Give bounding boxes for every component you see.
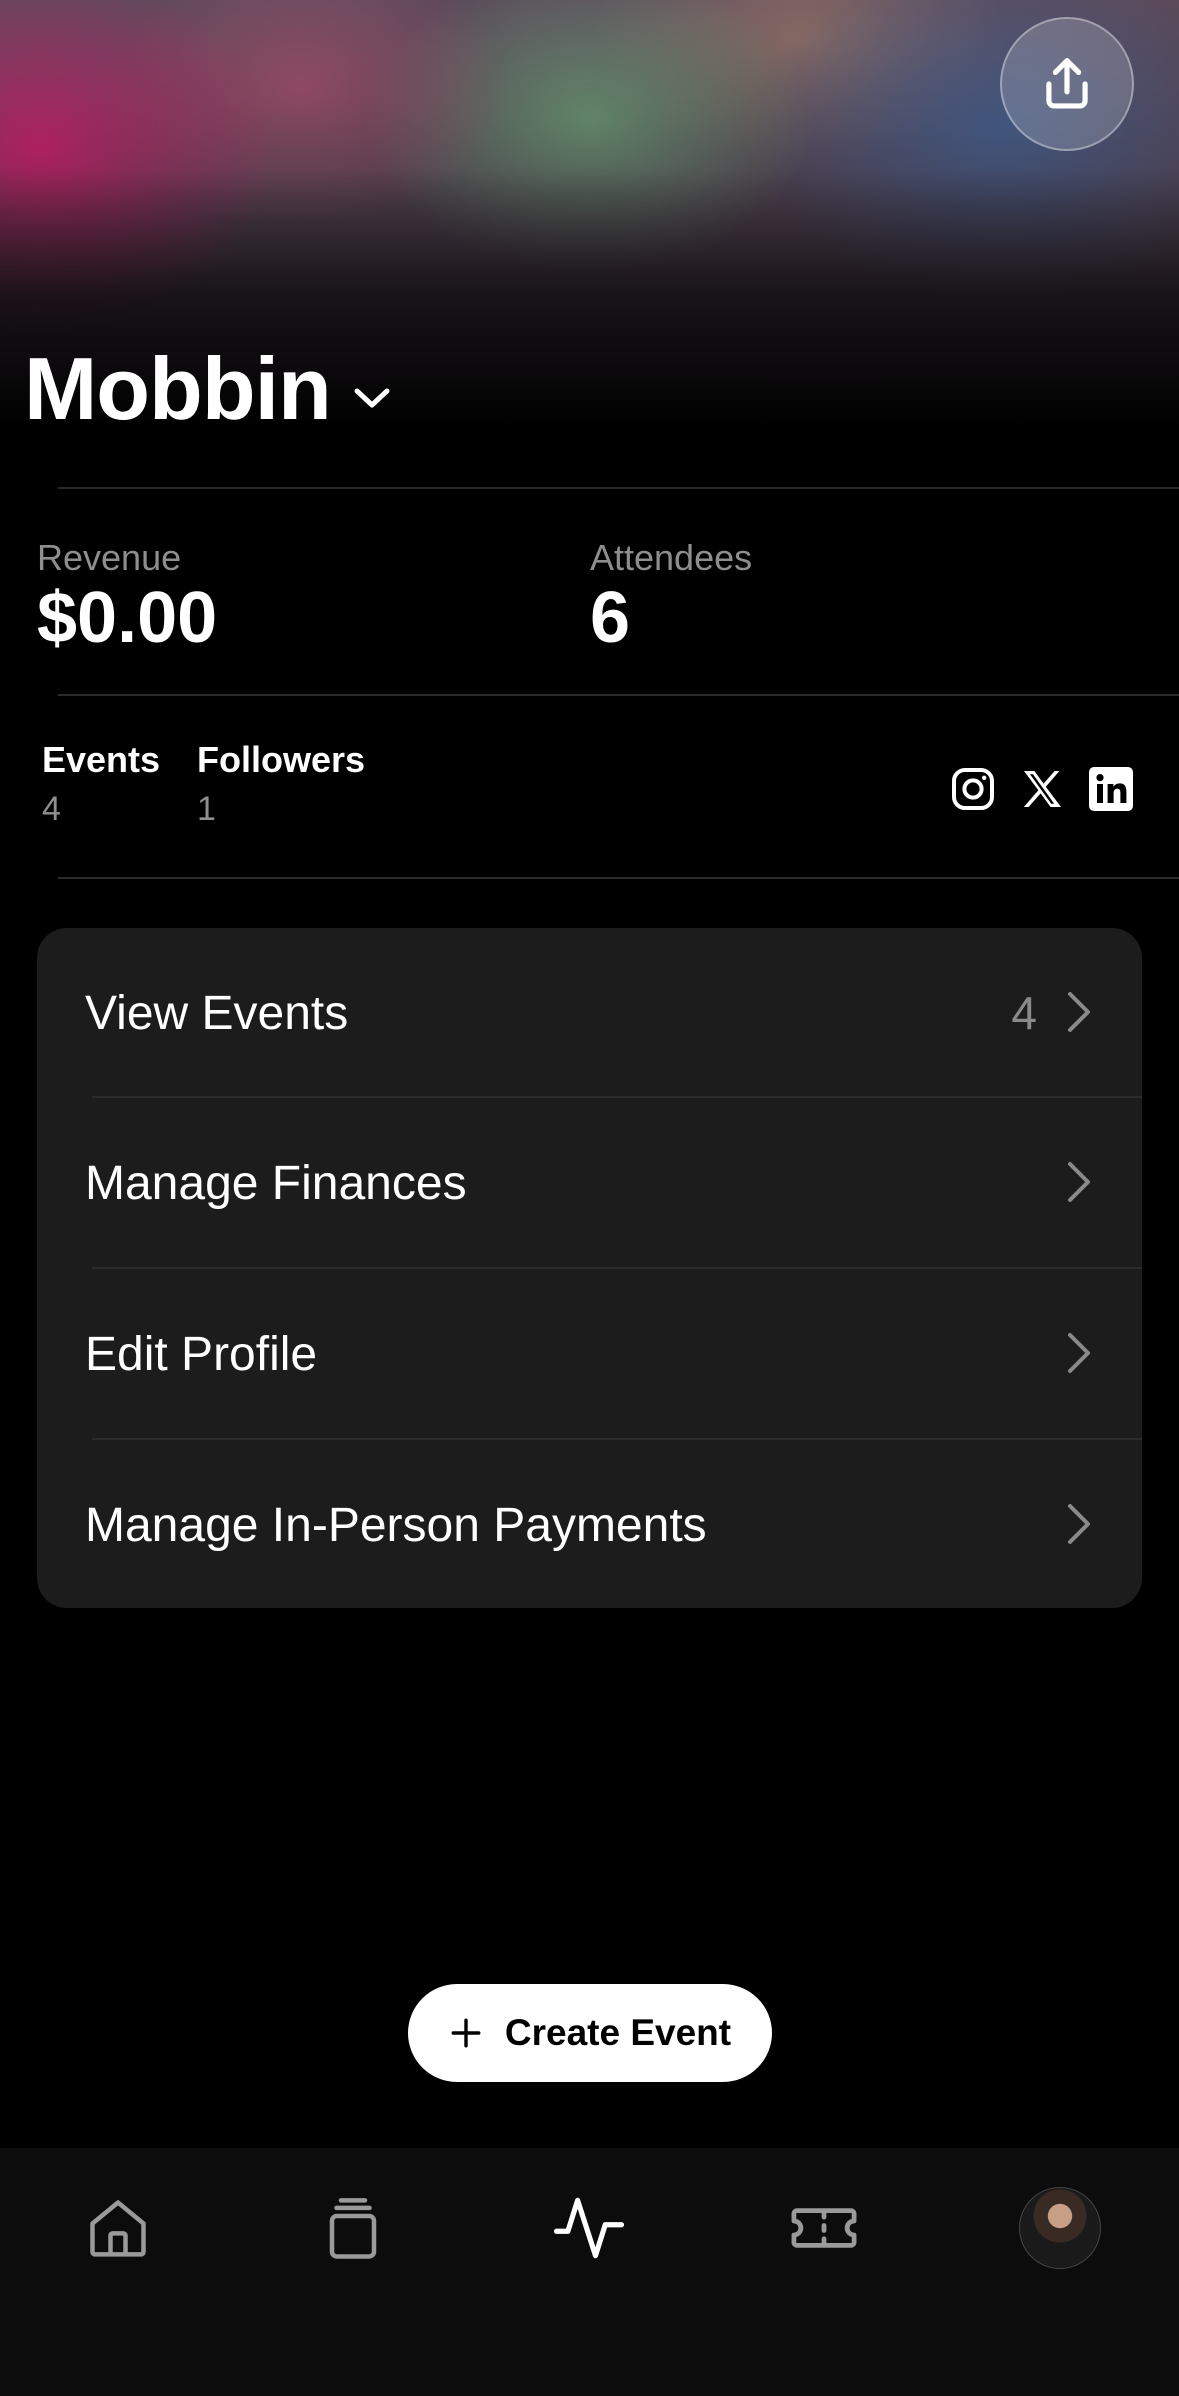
chevron-right-icon — [1068, 1333, 1090, 1373]
home-icon — [90, 2200, 146, 2257]
create-event-button[interactable]: Create Event — [408, 1984, 772, 2082]
divider — [58, 694, 1179, 696]
page-title: Mobbin — [24, 339, 332, 438]
followers-count[interactable]: Followers 1 — [197, 739, 366, 828]
menu-item-view-events[interactable]: View Events 4 — [37, 928, 1142, 1098]
instagram-icon[interactable] — [949, 765, 997, 813]
tab-profile[interactable] — [1000, 2178, 1120, 2278]
followers-count-value: 1 — [197, 790, 216, 828]
ticket-icon — [791, 2208, 857, 2248]
share-icon — [1046, 58, 1088, 109]
chevron-right-icon — [1068, 1504, 1090, 1544]
chevron-down-icon — [354, 388, 390, 408]
tab-activity[interactable] — [529, 2178, 649, 2278]
events-count-value: 4 — [42, 790, 61, 828]
divider — [58, 487, 1179, 489]
create-event-label: Create Event — [504, 2012, 732, 2053]
menu-item-label: View Events — [85, 986, 349, 1040]
stack-icon — [329, 2198, 377, 2259]
menu-item-manage-in-person-payments[interactable]: Manage In-Person Payments — [37, 1440, 1142, 1608]
followers-count-label: Followers — [197, 739, 366, 780]
chevron-right-icon — [1068, 1162, 1090, 1202]
attendees-stat: Attendees 6 — [590, 537, 753, 658]
tab-feed[interactable] — [293, 2178, 413, 2278]
tab-tickets[interactable] — [764, 2178, 884, 2278]
attendees-label: Attendees — [590, 537, 753, 578]
events-count[interactable]: Events 4 — [42, 739, 161, 828]
menu-item-label: Manage Finances — [85, 1156, 467, 1210]
avatar — [1019, 2187, 1101, 2269]
menu-item-count: 4 — [1011, 987, 1037, 1039]
menu-item-edit-profile[interactable]: Edit Profile — [37, 1269, 1142, 1439]
menu-card: View Events 4 Manage Finances Edit Profi… — [37, 928, 1142, 1608]
menu-item-manage-finances[interactable]: Manage Finances — [37, 1098, 1142, 1268]
plus-icon — [451, 2018, 481, 2048]
activity-icon — [553, 2197, 625, 2259]
linkedin-icon[interactable] — [1087, 765, 1135, 813]
revenue-stat: Revenue $0.00 — [37, 537, 218, 658]
org-switcher[interactable]: Mobbin — [24, 345, 391, 433]
share-button[interactable] — [1000, 17, 1134, 151]
menu-item-label: Edit Profile — [85, 1327, 318, 1381]
divider — [58, 877, 1179, 879]
tab-bar — [0, 2148, 1179, 2396]
menu-item-label: Manage In-Person Payments — [85, 1498, 707, 1552]
revenue-label: Revenue — [37, 537, 182, 578]
attendees-value: 6 — [590, 578, 631, 658]
x-icon[interactable] — [1018, 765, 1066, 813]
revenue-value: $0.00 — [37, 578, 218, 658]
tab-home[interactable] — [58, 2178, 178, 2278]
events-count-label: Events — [42, 739, 161, 780]
chevron-right-icon — [1068, 992, 1090, 1032]
